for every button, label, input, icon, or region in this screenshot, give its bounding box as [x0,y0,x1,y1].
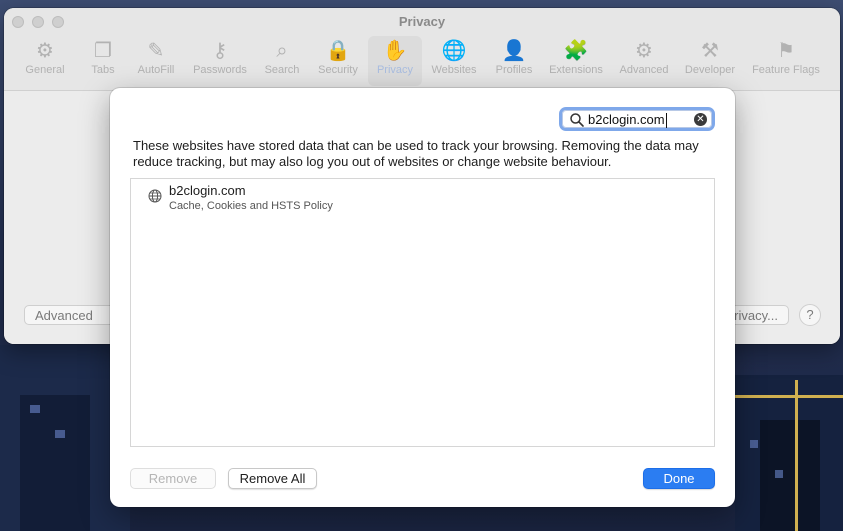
background-window [775,470,783,478]
gears-icon: ⚙ [635,40,653,62]
search-input[interactable]: b2clogin.com [588,111,667,129]
toolbar-tab-label: Security [318,64,358,76]
website-data-sheet: b2clogin.com ✕ These websites have store… [110,88,735,507]
globe-icon [148,189,162,203]
magnifier-icon: ⌕ [276,40,288,62]
lock-icon: 🔒 [325,40,351,62]
done-button[interactable]: Done [643,468,715,489]
toolbar-tab-label: Extensions [549,64,603,76]
toolbar-tab-autofill[interactable]: ✎ AutoFill [135,36,177,86]
toolbar-tab-label: Profiles [495,64,533,76]
toolbar-tab-label: Developer [684,64,736,76]
toolbar-tab-developer[interactable]: ⚒ Developer [682,36,738,86]
toolbar-tab-label: Passwords [193,64,247,76]
toolbar-tab-tabs[interactable]: ❐ Tabs [88,36,118,86]
background-building [20,395,90,531]
toolbar-tab-label: AutoFill [137,64,175,76]
person-icon: 👤 [501,40,527,62]
puzzle-icon: 🧩 [563,40,589,62]
toolbar-tab-label: Search [264,64,300,76]
remove-button[interactable]: Remove [130,468,216,489]
toolbar-tab-extensions[interactable]: 🧩 Extensions [546,36,606,86]
window-title: Privacy [398,14,446,29]
website-list[interactable]: b2clogin.com Cache, Cookies and HSTS Pol… [130,178,715,447]
key-icon: ⚷ [212,40,228,62]
window-titlebar: Privacy ⚙ General ❐ Tabs ✎ AutoFill ⚷ Passwords… [4,8,840,91]
toolbar-tab-label: Feature Flags [752,64,820,76]
toolbar-tab-general[interactable]: ⚙ General [24,36,66,86]
toolbar-tab-label: Privacy [376,64,414,76]
site-data-types: Cache, Cookies and HSTS Policy [169,200,333,212]
text-caret [665,113,667,129]
background-window [750,440,758,448]
toolbar-tab-label: Advanced [619,64,669,76]
description-text: These websites have stored data that can… [133,138,699,169]
background-building [760,420,820,531]
toolbar-tab-label: Tabs [91,64,115,76]
gear-icon: ⚙ [36,40,54,62]
search-icon [570,113,584,127]
globe-icon: 🌐 [441,40,467,62]
search-field[interactable]: b2clogin.com ✕ [559,107,715,131]
list-item[interactable]: b2clogin.com Cache, Cookies and HSTS Pol… [131,179,714,219]
settings-toolbar: ⚙ General ❐ Tabs ✎ AutoFill ⚷ Passwords ⌕ Search 🔒… [4,36,840,88]
remove-all-button[interactable]: Remove All [228,468,317,489]
toolbar-tab-search[interactable]: ⌕ Search [262,36,302,86]
autofill-icon: ✎ [147,40,165,62]
hand-icon: ✋ [382,40,408,62]
toolbar-tab-profiles[interactable]: 👤 Profiles [492,36,536,86]
toolbar-tab-websites[interactable]: 🌐 Websites [428,36,480,86]
toolbar-tab-security[interactable]: 🔒 Security [314,36,362,86]
background-window [55,430,65,438]
toolbar-tab-feature-flags[interactable]: ⚑ Feature Flags [748,36,824,86]
toolbar-tab-label: Websites [431,64,477,76]
help-button[interactable]: ? [799,304,821,326]
background-window [30,405,40,413]
background-crane [795,380,798,531]
toolbar-tab-privacy[interactable]: ✋ Privacy [368,36,422,86]
background-crane [735,395,843,398]
toolbar-tab-passwords[interactable]: ⚷ Passwords [191,36,249,86]
advanced-settings-button[interactable]: Advanced Se [24,305,120,325]
tools-icon: ⚒ [701,40,719,62]
toolbar-tab-advanced[interactable]: ⚙ Advanced [617,36,671,86]
toolbar-tab-label: General [25,64,65,76]
clear-search-icon[interactable]: ✕ [694,113,707,126]
flags-icon: ⚑ [777,40,795,62]
site-name: b2clogin.com [169,183,246,198]
tabs-icon: ❐ [94,40,112,62]
